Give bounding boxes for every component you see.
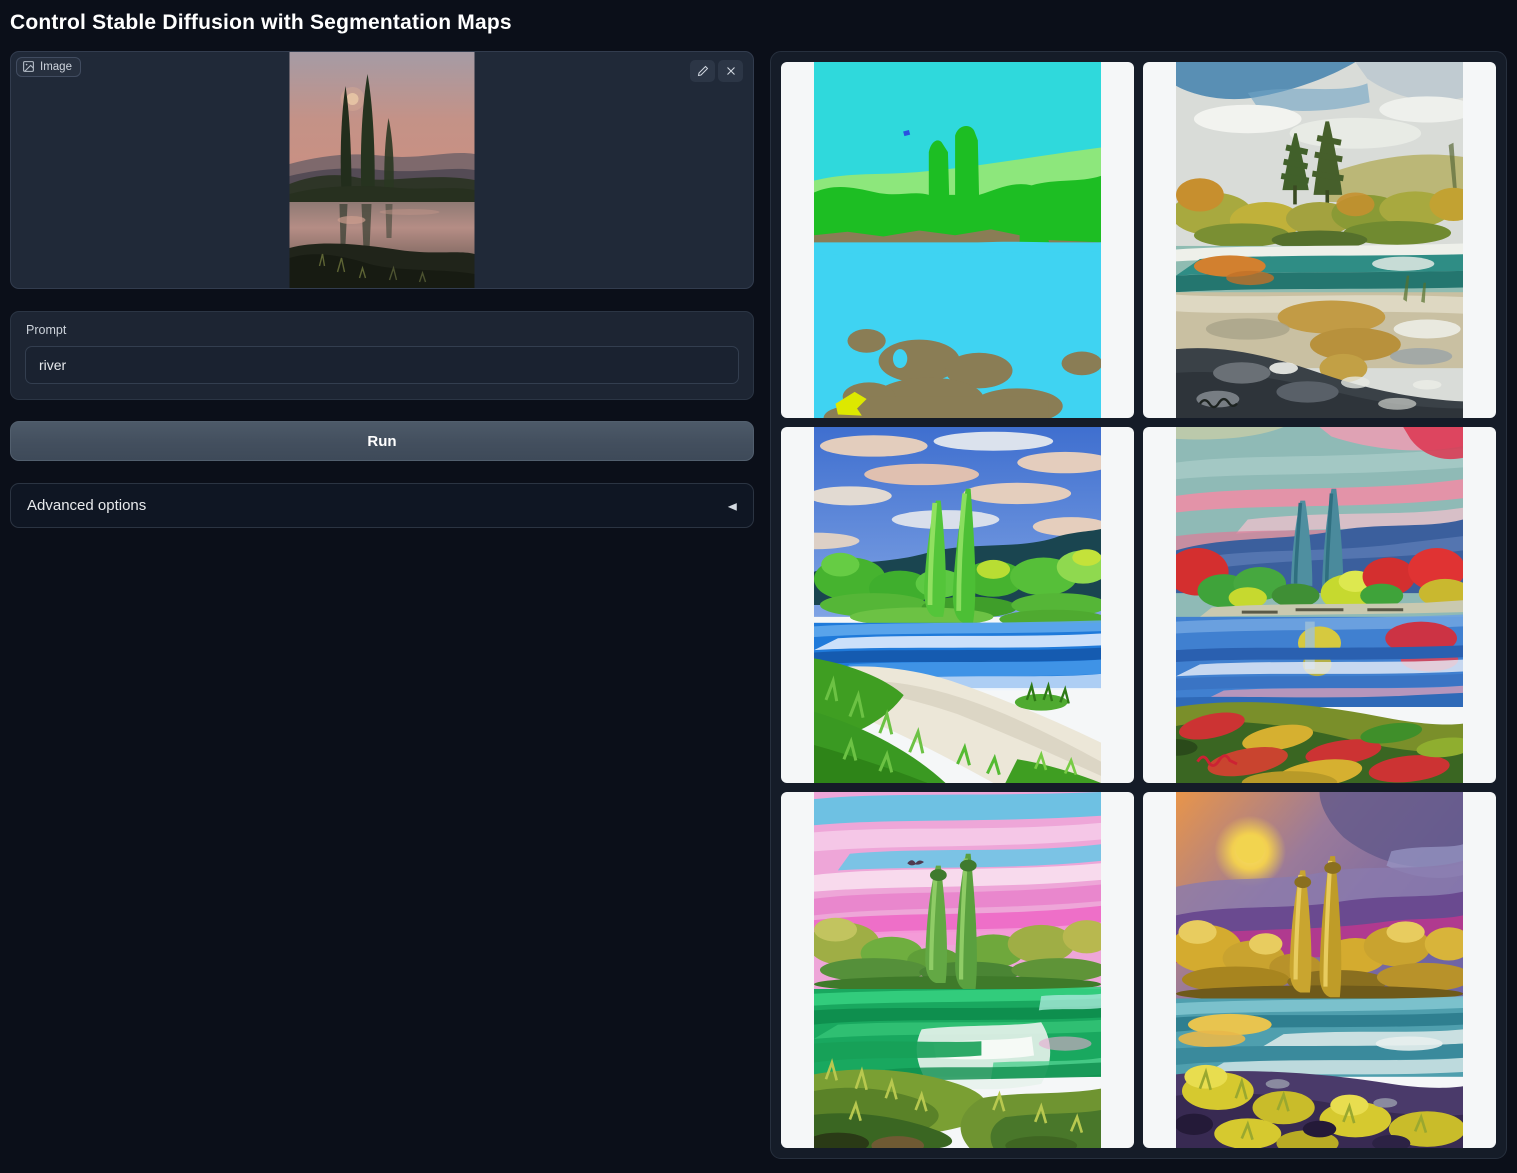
gallery-item-1[interactable] — [781, 62, 1134, 418]
input-image-panel: Image — [10, 51, 754, 289]
prompt-input[interactable] — [25, 346, 739, 384]
gallery-item-2[interactable] — [1143, 62, 1496, 418]
main-layout: Image — [10, 51, 1505, 1159]
input-column: Image — [10, 51, 754, 528]
image-label: Image — [40, 61, 72, 73]
output-gallery — [770, 51, 1507, 1159]
close-icon — [725, 65, 737, 77]
segmentation-map-image — [814, 62, 1101, 418]
edit-image-button[interactable] — [690, 60, 715, 82]
image-icon — [22, 60, 35, 73]
prompt-panel: Prompt — [10, 311, 754, 400]
golden-sunset-river-image — [1176, 792, 1463, 1148]
input-image-thumbnail[interactable] — [290, 52, 475, 289]
dusk-river-photo — [290, 52, 475, 289]
pencil-icon — [697, 65, 709, 77]
clear-image-button[interactable] — [718, 60, 743, 82]
run-button[interactable]: Run — [10, 421, 754, 461]
advanced-options-label: Advanced options — [27, 497, 146, 514]
gallery-item-6[interactable] — [1143, 792, 1496, 1148]
gallery-item-3[interactable] — [781, 427, 1134, 783]
page-title: Control Stable Diffusion with Segmentati… — [10, 11, 1505, 35]
image-toolbar — [690, 60, 743, 82]
gallery-item-4[interactable] — [1143, 427, 1496, 783]
bright-river-image — [814, 427, 1101, 783]
app-window: Control Stable Diffusion with Segmentati… — [0, 0, 1517, 1159]
gallery-item-5[interactable] — [781, 792, 1134, 1148]
advanced-options-accordion[interactable]: Advanced options ◀ — [10, 483, 754, 528]
prompt-label: Prompt — [26, 323, 739, 337]
chevron-left-icon: ◀ — [728, 500, 737, 512]
pink-sunset-river-image — [814, 792, 1101, 1148]
watercolor-river-image — [1176, 62, 1463, 418]
fauvist-river-image — [1176, 427, 1463, 783]
image-label-badge: Image — [16, 57, 81, 77]
